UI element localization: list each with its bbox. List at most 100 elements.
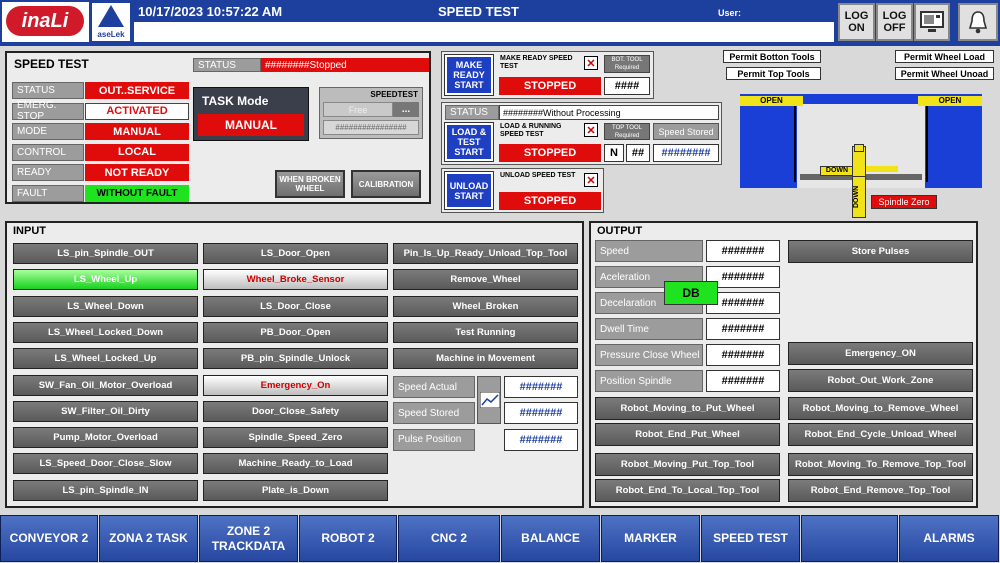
- input-signal-button[interactable]: Machine_Ready_to_Load: [203, 453, 388, 475]
- screen-title: SPEED TEST: [438, 4, 519, 19]
- chart-icon[interactable]: [477, 376, 501, 424]
- input-signal-button[interactable]: LS_Wheel_Locked_Down: [13, 321, 198, 343]
- make-ready-x-icon[interactable]: ✕: [584, 56, 598, 70]
- robot-signal-button[interactable]: Robot_End_To_Local_Top_Tool: [595, 479, 780, 502]
- robot-signal-button[interactable]: Robot_End_Remove_Top_Tool: [788, 479, 973, 502]
- log-on-button[interactable]: LOG ON: [838, 3, 875, 41]
- permit-wheel-load-button[interactable]: Permit Wheel Load: [895, 50, 994, 63]
- nav-tab[interactable]: MARKER: [601, 515, 700, 562]
- monitor-icon[interactable]: [914, 3, 950, 41]
- make-ready-start-button[interactable]: MAKE READY START: [444, 54, 494, 96]
- output-readout-label: Dwell Time: [595, 318, 703, 340]
- output-readout-label: Pressure Close Wheel: [595, 344, 703, 366]
- state-label: EMERG. STOP: [12, 100, 84, 122]
- spindle-down-indicator: DOWN: [852, 176, 866, 218]
- task-mode-value[interactable]: MANUAL: [198, 114, 304, 136]
- robot-signal-button[interactable]: Robot_Moving_to_Remove_Wheel: [788, 397, 973, 420]
- input-signal-button[interactable]: PB_pin_Spindle_Unlock: [203, 348, 388, 370]
- input-signal-button[interactable]: Emergency_On: [203, 374, 388, 396]
- robot-signal-button[interactable]: Robot_Out_Work_Zone: [788, 369, 973, 392]
- input-signal-button[interactable]: Remove_Wheel: [393, 269, 578, 291]
- load-test-start-button[interactable]: LOAD & TEST START: [444, 122, 494, 162]
- input-signal-button[interactable]: Wheel_Broke_Sensor: [203, 269, 388, 291]
- unload-x-icon[interactable]: ✕: [584, 173, 598, 187]
- plate-down-indicator: DOWN: [820, 166, 854, 176]
- permit-wheel-unload-button[interactable]: Permit Wheel Unoad: [895, 67, 994, 80]
- readout-label: Pulse Position: [393, 428, 475, 451]
- n-value: N: [604, 144, 624, 162]
- input-signal-button[interactable]: Plate_is_Down: [203, 479, 388, 501]
- state-label: CONTROL: [12, 143, 84, 161]
- robot-signal-button[interactable]: Robot_Moving_To_Remove_Top_Tool: [788, 453, 973, 476]
- input-panel: INPUT LS_pin_Spindle_OUT LS_Wheel_Up LS_Wh…: [5, 221, 584, 508]
- spindle-head: [854, 144, 864, 152]
- robot-signal-button[interactable]: Emergency_ON: [788, 342, 973, 365]
- readout-value: #######: [504, 428, 578, 451]
- input-signal-button[interactable]: Spindle_Speed_Zero: [203, 427, 388, 449]
- input-signal-button[interactable]: Pin_Is_Up_Ready_Unload_Top_Tool: [393, 243, 578, 264]
- make-ready-panel: MAKE READY START MAKE READY SPEED TEST ✕…: [441, 51, 654, 99]
- input-signal-button[interactable]: LS_Wheel_Down: [13, 295, 198, 317]
- output-readout-value: #######: [706, 240, 780, 262]
- calibration-button[interactable]: CALIBRATION: [351, 170, 421, 198]
- speedtest-select[interactable]: Free: [323, 102, 393, 117]
- state-value: LOCAL: [85, 143, 189, 161]
- input-signal-button[interactable]: Test Running: [393, 321, 578, 343]
- speedtest-label: SPEEDTEST: [370, 90, 418, 99]
- robot-signal-button[interactable]: Robot_End_Put_Wheel: [595, 423, 780, 446]
- unload-start-button[interactable]: UNLOAD START: [444, 171, 494, 210]
- when-broken-wheel-button[interactable]: WHEN BROKEN WHEEL: [275, 170, 345, 198]
- load-x-icon[interactable]: ✕: [584, 123, 598, 137]
- badge-triangle-icon: [98, 5, 124, 27]
- door-left-open: OPEN: [740, 96, 803, 106]
- nav-tab[interactable]: [801, 515, 898, 562]
- state-value: NOT READY: [85, 164, 189, 181]
- nav-tab[interactable]: BALANCE: [501, 515, 600, 562]
- nav-tab[interactable]: ZONA 2 TASK: [99, 515, 198, 562]
- process-status-label: STATUS: [445, 105, 499, 120]
- task-mode-box: TASK Mode MANUAL: [193, 87, 309, 141]
- nav-tab[interactable]: SPEED TEST: [701, 515, 800, 562]
- header-info-strip: [134, 22, 834, 42]
- state-label: FAULT: [12, 184, 84, 202]
- nav-tab[interactable]: CNC 2: [398, 515, 500, 562]
- input-signal-button[interactable]: SW_Filter_Oil_Dirty: [13, 400, 198, 422]
- log-off-button[interactable]: LOG OFF: [876, 3, 913, 41]
- input-signal-button[interactable]: Door_Close_Safety: [203, 400, 388, 422]
- input-signal-button[interactable]: LS_Wheel_Up: [13, 269, 198, 291]
- input-signal-button[interactable]: Machine in Movement: [393, 348, 578, 370]
- input-signal-button[interactable]: LS_Door_Close: [203, 295, 388, 317]
- output-title: OUTPUT: [597, 225, 643, 237]
- input-signal-button[interactable]: LS_Speed_Door_Close_Slow: [13, 453, 198, 475]
- input-signal-button[interactable]: LS_Door_Open: [203, 243, 388, 264]
- readout-value: #######: [504, 402, 578, 425]
- make-ready-title: MAKE READY SPEED TEST: [500, 55, 573, 70]
- robot-signal-button[interactable]: Robot_Moving_to_Put_Wheel: [595, 397, 780, 420]
- input-signal-button[interactable]: PB_Door_Open: [203, 321, 388, 343]
- permit-bottom-tools-button[interactable]: Permit Botton Tools: [723, 50, 821, 63]
- badge-text: aseLek: [97, 30, 125, 39]
- robot-signal-button[interactable]: Robot_End_Cycle_Unload_Wheel: [788, 423, 973, 446]
- input-signal-button[interactable]: Wheel_Broken: [393, 295, 578, 317]
- bell-icon[interactable]: [958, 3, 998, 41]
- input-signal-button[interactable]: LS_pin_Spindle_IN: [13, 479, 198, 501]
- right-column: [926, 106, 978, 182]
- nav-tab[interactable]: ROBOT 2: [299, 515, 397, 562]
- robot-signal-button[interactable]: Robot_Moving_Put_Top_Tool: [595, 453, 780, 476]
- store-pulses-button[interactable]: Store Pulses: [788, 240, 973, 263]
- door-right-open: OPEN: [918, 96, 982, 106]
- input-signal-button[interactable]: SW_Fan_Oil_Motor_Overload: [13, 374, 198, 396]
- permit-top-tools-button[interactable]: Permit Top Tools: [726, 67, 821, 80]
- nav-tab[interactable]: ZONE 2 TRACKDATA: [199, 515, 298, 562]
- machine-diagram: OPEN OPEN DOWN: [740, 94, 982, 188]
- nav-tab[interactable]: ALARMS: [899, 515, 999, 562]
- input-signal-button[interactable]: LS_pin_Spindle_OUT: [13, 243, 198, 264]
- make-ready-state: STOPPED: [499, 77, 601, 95]
- status-label: STATUS: [193, 58, 261, 72]
- task-mode-label: TASK Mode: [202, 94, 269, 108]
- nav-tab[interactable]: CONVEYOR 2: [0, 515, 98, 562]
- input-signal-button[interactable]: Pump_Motor_Overload: [13, 427, 198, 449]
- speedtest-dropdown-button[interactable]: ...: [393, 102, 419, 117]
- state-label: READY: [12, 164, 84, 181]
- input-signal-button[interactable]: LS_Wheel_Locked_Up: [13, 348, 198, 370]
